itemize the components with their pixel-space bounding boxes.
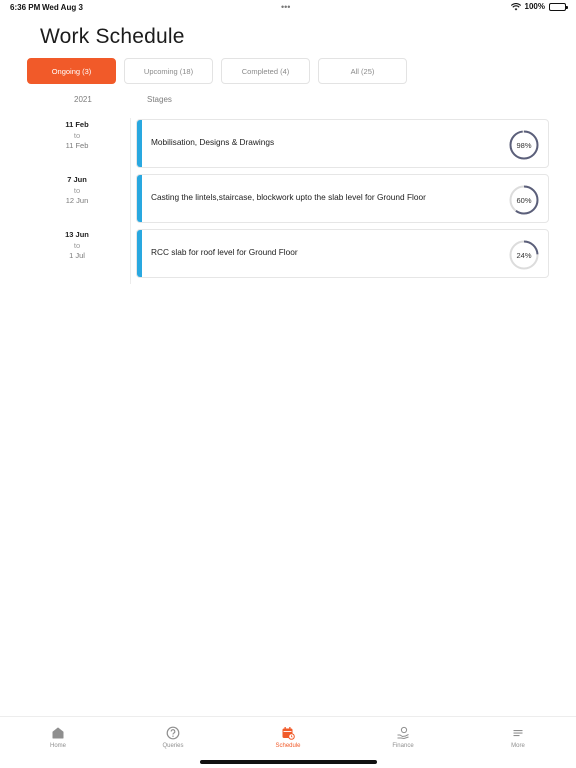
date-to: to [73, 240, 81, 250]
question-icon [166, 726, 180, 740]
filter-tabs: Ongoing (3) Upcoming (18) Completed (4) … [27, 58, 407, 84]
date-range: 11 Feb to 11 Feb [47, 120, 107, 152]
date-range: 13 Jun to 1 Jul [47, 230, 107, 262]
home-indicator[interactable] [200, 760, 377, 764]
status-right: 100% [510, 2, 568, 11]
date-end: 1 Jul [69, 251, 85, 260]
date-start: 11 Feb [65, 120, 89, 129]
date-start: 13 Jun [65, 230, 89, 239]
stage-title: Mobilisation, Designs & Drawings [151, 136, 275, 147]
tabbar-label: Finance [392, 743, 414, 749]
progress-ring: 24% [509, 240, 539, 270]
tabbar-label: Schedule [275, 743, 301, 749]
battery-icon [549, 2, 568, 11]
date-to: to [73, 185, 81, 195]
menu-icon [513, 730, 523, 737]
progress-ring: 60% [509, 185, 539, 215]
battery-percent: 100% [524, 2, 545, 11]
stage-card[interactable]: Mobilisation, Designs & Drawings 98% [136, 119, 549, 168]
stage-accent-bar [137, 120, 142, 167]
status-bar: 6:36 PM Wed Aug 3 ••• 100% [0, 0, 576, 16]
date-end: 12 Jun [65, 196, 89, 205]
stage-accent-bar [137, 230, 142, 277]
page-title: Work Schedule [40, 25, 185, 48]
tabbar-label: Queries [162, 743, 184, 749]
tab-all[interactable]: All (25) [318, 58, 407, 84]
wifi-icon [510, 2, 521, 10]
home-icon [52, 727, 64, 739]
stage-title: RCC slab for roof level for Ground Floor [151, 246, 298, 257]
tabbar-label: More [511, 743, 525, 749]
stage-title: Casting the lintels,staircase, blockwork… [151, 191, 426, 202]
stage-accent-bar [137, 175, 142, 222]
tabbar-home[interactable]: Home [28, 726, 88, 749]
date-range: 7 Jun to 12 Jun [47, 175, 107, 207]
stage-card[interactable]: Casting the lintels,staircase, blockwork… [136, 174, 549, 223]
tabbar-queries[interactable]: Queries [143, 726, 203, 749]
tabbar-finance[interactable]: Finance [373, 726, 433, 749]
date-to: to [73, 130, 81, 140]
tab-completed[interactable]: Completed (4) [221, 58, 310, 84]
calendar-icon [282, 727, 295, 740]
status-date: Wed Aug 3 [42, 3, 83, 12]
date-start: 7 Jun [67, 175, 87, 184]
date-end: 11 Feb [65, 141, 89, 150]
tabbar-schedule[interactable]: Schedule [258, 726, 318, 749]
stage-card[interactable]: RCC slab for roof level for Ground Floor… [136, 229, 549, 278]
multitasking-dots-icon[interactable]: ••• [281, 2, 290, 12]
progress-percent: 98% [516, 140, 532, 150]
progress-percent: 60% [516, 195, 532, 205]
tab-upcoming[interactable]: Upcoming (18) [124, 58, 213, 84]
tab-ongoing[interactable]: Ongoing (3) [27, 58, 116, 84]
progress-percent: 24% [516, 250, 532, 260]
tabbar-label: Home [49, 743, 66, 749]
tabbar-more[interactable]: More [488, 726, 548, 749]
stages-header: Stages [147, 95, 172, 104]
status-time: 6:36 PM [10, 3, 41, 12]
progress-ring: 98% [509, 130, 539, 160]
year-header: 2021 [74, 95, 92, 104]
finance-icon [397, 726, 409, 740]
timeline-divider [130, 118, 131, 284]
